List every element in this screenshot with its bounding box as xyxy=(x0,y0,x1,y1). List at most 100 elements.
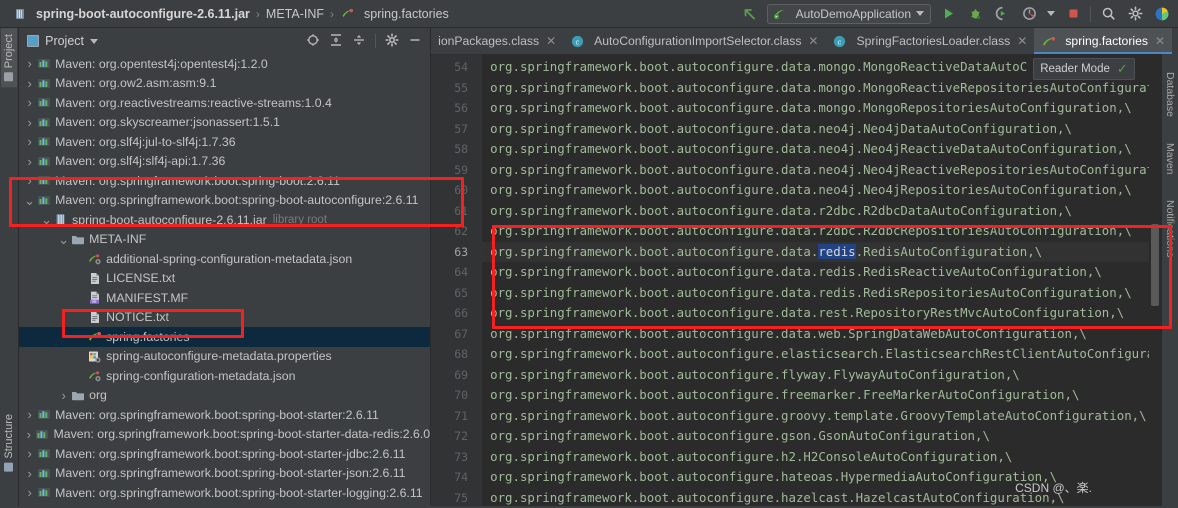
chevron-right-icon[interactable]: › xyxy=(23,154,36,169)
tree-item[interactable]: ›Maven: org.springframework.boot:spring-… xyxy=(19,503,430,507)
chevron-right-icon[interactable]: › xyxy=(23,485,36,500)
tree-item[interactable]: ›Maven: org.springframework.boot:spring-… xyxy=(19,171,430,191)
chevron-right-icon[interactable]: › xyxy=(57,388,70,403)
code-line[interactable]: org.springframework.boot.autoconfigure.h… xyxy=(482,447,1149,468)
code-line[interactable]: org.springframework.boot.autoconfigure.d… xyxy=(482,98,1149,119)
select-opened-file-icon[interactable] xyxy=(306,33,320,50)
close-icon[interactable]: ✕ xyxy=(546,34,556,48)
code-line[interactable]: org.springframework.boot.autoconfigure.d… xyxy=(482,201,1149,222)
chevron-right-icon[interactable]: › xyxy=(23,446,36,461)
tree-item[interactable]: ›Maven: org.skyscreamer:jsonassert:1.5.1 xyxy=(19,113,430,133)
tree-item[interactable]: ›Maven: org.slf4j:jul-to-slf4j:1.7.36 xyxy=(19,132,430,152)
tab-ionpackages-class[interactable]: ionPackages.class✕ xyxy=(431,28,563,54)
chevron-right-icon[interactable]: › xyxy=(23,115,36,130)
selected-token[interactable]: redis xyxy=(818,244,855,259)
tree-item[interactable]: spring-configuration-metadata.json xyxy=(19,366,430,386)
breadcrumb-item-file[interactable]: spring.factories xyxy=(364,7,449,21)
tree-item[interactable]: ›Maven: org.springframework.boot:spring-… xyxy=(19,405,430,425)
code-line[interactable]: org.springframework.boot.autoconfigure.d… xyxy=(482,139,1149,160)
sidebar-item-notifications[interactable]: Notifications xyxy=(1164,200,1176,257)
profile-dropdown-icon[interactable] xyxy=(1046,4,1056,24)
tree-item-selected[interactable]: spring.factories xyxy=(19,327,430,347)
debug-button[interactable] xyxy=(965,4,985,24)
code-line[interactable]: org.springframework.boot.autoconfigure.g… xyxy=(482,426,1149,447)
tree-item[interactable]: ›org xyxy=(19,386,430,406)
chevron-right-icon[interactable]: › xyxy=(23,134,36,149)
code-line[interactable]: org.springframework.boot.autoconfigure.d… xyxy=(482,324,1149,345)
tree-item[interactable]: ›Maven: org.opentest4j:opentest4j:1.2.0 xyxy=(19,54,430,74)
project-title-group[interactable]: Project xyxy=(27,34,98,48)
chevron-right-icon[interactable]: › xyxy=(23,466,36,481)
expand-all-icon[interactable] xyxy=(329,33,343,50)
tree-item[interactable]: MFMANIFEST.MF xyxy=(19,288,430,308)
code-line[interactable]: org.springframework.boot.autoconfigure.d… xyxy=(482,262,1149,283)
code-content[interactable]: org.springframework.boot.autoconfigure.d… xyxy=(482,54,1149,506)
stop-button[interactable] xyxy=(1063,4,1083,24)
tree-item[interactable]: ›Maven: org.springframework.boot:spring-… xyxy=(19,464,430,484)
chevron-down-icon[interactable]: ⌄ xyxy=(40,216,53,223)
tree-item[interactable]: ⌄META-INF xyxy=(19,230,430,250)
code-line[interactable]: org.springframework.boot.autoconfigure.f… xyxy=(482,385,1149,406)
collapse-all-icon[interactable] xyxy=(352,33,366,50)
chevron-right-icon[interactable]: › xyxy=(23,56,36,71)
sidebar-item-project[interactable]: Project xyxy=(1,28,17,87)
reader-mode-indicator[interactable]: Reader Mode ✓ xyxy=(1033,58,1135,80)
code-line[interactable]: org.springframework.boot.autoconfigure.d… xyxy=(482,180,1149,201)
code-line[interactable]: org.springframework.boot.autoconfigure.f… xyxy=(482,365,1149,386)
run-with-coverage-button[interactable] xyxy=(992,4,1012,24)
chevron-right-icon[interactable]: › xyxy=(23,95,36,110)
editor-tab-bar[interactable]: ionPackages.class✕cAutoConfigurationImpo… xyxy=(431,28,1161,54)
code-line[interactable]: org.springframework.boot.autoconfigure.d… xyxy=(482,78,1149,99)
chevron-down-icon[interactable]: ⌄ xyxy=(23,197,36,204)
code-line[interactable]: org.springframework.boot.autoconfigure.d… xyxy=(482,221,1149,242)
close-icon[interactable]: ✕ xyxy=(1155,34,1165,48)
hide-panel-icon[interactable] xyxy=(408,33,422,50)
tree-item[interactable]: NOTICE.txt xyxy=(19,308,430,328)
tree-item[interactable]: ›Maven: org.springframework.boot:spring-… xyxy=(19,425,430,445)
code-line[interactable]: org.springframework.boot.autoconfigure.d… xyxy=(482,119,1149,140)
code-line[interactable]: org.springframework.boot.autoconfigure.d… xyxy=(482,242,1149,263)
tree-item[interactable]: LICENSE.txt xyxy=(19,269,430,289)
chevron-right-icon[interactable]: › xyxy=(23,407,36,422)
chevron-down-icon[interactable] xyxy=(90,39,98,44)
chevron-right-icon[interactable]: › xyxy=(23,173,36,188)
chevron-down-icon[interactable]: ⌄ xyxy=(57,236,70,243)
tree-item[interactable]: ›Maven: org.slf4j:slf4j-api:1.7.36 xyxy=(19,152,430,172)
editor-scrollbar[interactable] xyxy=(1149,54,1161,506)
chevron-right-icon[interactable]: › xyxy=(23,427,34,442)
breadcrumb-item-jar[interactable]: spring-boot-autoconfigure-2.6.11.jar xyxy=(36,7,250,21)
sidebar-item-maven[interactable]: Maven xyxy=(1164,143,1176,175)
sidebar-item-database[interactable]: Database xyxy=(1164,72,1176,117)
code-line[interactable]: org.springframework.boot.autoconfigure.e… xyxy=(482,344,1149,365)
tab-autoconfigurationimportselector-class[interactable]: cAutoConfigurationImportSelector.class✕ xyxy=(563,28,825,54)
code-line[interactable]: org.springframework.boot.autoconfigure.g… xyxy=(482,406,1149,427)
sidebar-item-structure[interactable]: Structure xyxy=(1,408,17,478)
scrollbar-thumb[interactable] xyxy=(1151,224,1159,306)
code-line[interactable]: org.springframework.boot.autoconfigure.d… xyxy=(482,303,1149,324)
run-button[interactable] xyxy=(938,4,958,24)
tree-item[interactable]: ⌄spring-boot-autoconfigure-2.6.11.jarlib… xyxy=(19,210,430,230)
chevron-right-icon[interactable]: › xyxy=(23,76,36,91)
tree-item[interactable]: ›Maven: org.springframework.boot:spring-… xyxy=(19,444,430,464)
project-tree[interactable]: ›Maven: org.opentest4j:opentest4j:1.2.0›… xyxy=(19,54,430,506)
gear-icon[interactable] xyxy=(1125,4,1145,24)
chevron-down-icon[interactable] xyxy=(916,11,924,16)
tree-item[interactable]: ›Maven: org.ow2.asm:asm:9.1 xyxy=(19,74,430,94)
close-icon[interactable]: ✕ xyxy=(808,34,818,48)
breadcrumb-item-meta-inf[interactable]: META-INF xyxy=(266,7,324,21)
code-line[interactable]: org.springframework.boot.autoconfigure.d… xyxy=(482,160,1149,181)
tree-item[interactable]: additional-spring-configuration-metadata… xyxy=(19,249,430,269)
panel-settings-gear-icon[interactable] xyxy=(385,33,399,50)
search-icon[interactable] xyxy=(1098,4,1118,24)
code-line[interactable]: org.springframework.boot.autoconfigure.d… xyxy=(482,283,1149,304)
close-icon[interactable]: ✕ xyxy=(1017,34,1027,48)
tree-item[interactable]: ›Maven: org.springframework.boot:spring-… xyxy=(19,483,430,503)
tree-item[interactable]: ⌄Maven: org.springframework.boot:spring-… xyxy=(19,191,430,211)
run-configuration-selector[interactable]: AutoDemoApplication xyxy=(767,4,931,24)
tab-springfactoriesloader-class[interactable]: cSpringFactoriesLoader.class✕ xyxy=(825,28,1034,54)
arrow-up-left-icon[interactable] xyxy=(740,4,760,24)
tree-item[interactable]: spring-autoconfigure-metadata.properties xyxy=(19,347,430,367)
profile-button[interactable] xyxy=(1019,4,1039,24)
tab-spring-factories[interactable]: spring.factories✕ xyxy=(1034,28,1172,54)
avatar[interactable] xyxy=(1152,4,1172,24)
